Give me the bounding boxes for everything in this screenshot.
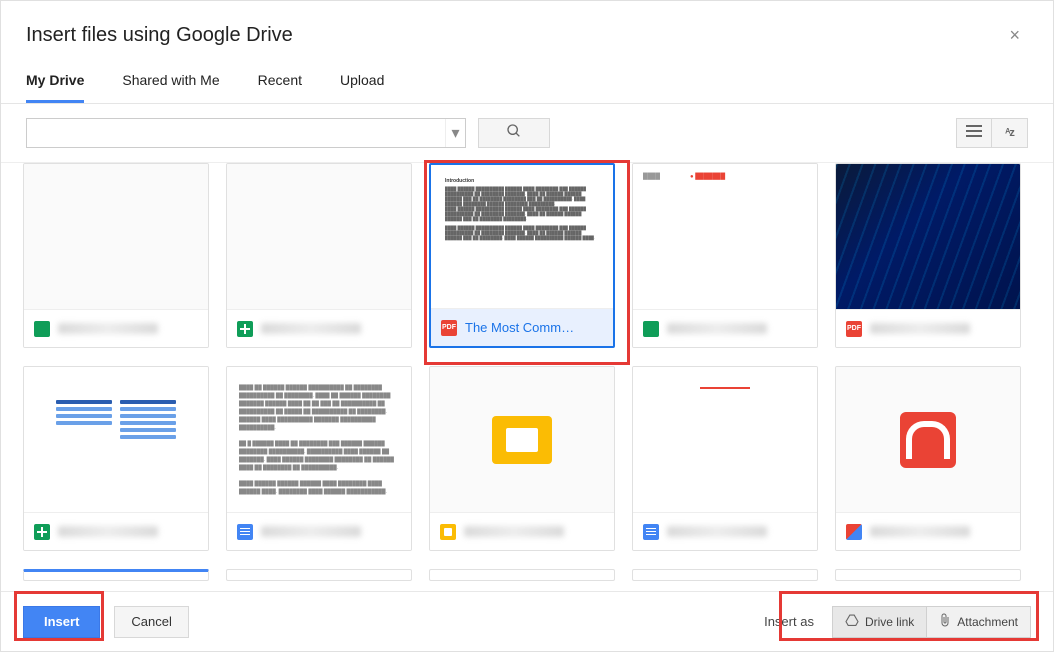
file-name: The Most Comm… bbox=[465, 320, 574, 335]
file-name bbox=[464, 526, 564, 537]
file-name bbox=[261, 526, 361, 537]
file-card[interactable] bbox=[23, 366, 209, 551]
slides-icon bbox=[440, 524, 456, 540]
file-card[interactable] bbox=[226, 569, 412, 581]
file-thumbnail: ████ ██ ██████ ██████ ██████████ ██ ████… bbox=[227, 367, 411, 512]
file-card[interactable] bbox=[23, 569, 209, 581]
search-dropdown-icon[interactable]: ▾ bbox=[445, 119, 465, 147]
file-name bbox=[870, 323, 970, 334]
sheets-icon bbox=[237, 321, 253, 337]
dialog-footer: Insert Cancel Insert as Drive link Attac… bbox=[1, 591, 1053, 651]
file-grid: Introduction ████ ██████ ██████████ ████… bbox=[23, 163, 1031, 581]
file-thumbnail bbox=[633, 367, 817, 512]
file-name bbox=[667, 323, 767, 334]
sheets-icon bbox=[34, 524, 50, 540]
file-card[interactable] bbox=[23, 163, 209, 348]
tab-shared-with-me[interactable]: Shared with Me bbox=[122, 64, 219, 103]
drive-icon bbox=[845, 614, 859, 629]
file-name bbox=[261, 323, 361, 334]
docs-icon bbox=[643, 524, 659, 540]
sort-button[interactable]: ᴬz bbox=[992, 118, 1028, 148]
file-type-icon bbox=[34, 321, 50, 337]
file-card[interactable]: ████● ███████ bbox=[632, 163, 818, 348]
file-card[interactable]: ████ ██ ██████ ██████ ██████████ ██ ████… bbox=[226, 366, 412, 551]
tabs: My Drive Shared with Me Recent Upload bbox=[1, 64, 1053, 104]
file-card[interactable] bbox=[429, 569, 615, 581]
file-name bbox=[667, 526, 767, 537]
insert-as-toggle: Drive link Attachment bbox=[832, 606, 1031, 638]
file-thumbnail: Introduction ████ ██████ ██████████ ████… bbox=[431, 165, 613, 308]
pdf-icon: PDF bbox=[441, 320, 457, 336]
pdf-icon: PDF bbox=[846, 321, 862, 337]
search-icon bbox=[506, 123, 522, 144]
file-thumbnail bbox=[24, 367, 208, 512]
list-icon bbox=[966, 124, 982, 142]
insert-button[interactable]: Insert bbox=[23, 606, 100, 638]
file-card[interactable] bbox=[632, 569, 818, 581]
search-field: ▾ bbox=[26, 118, 466, 148]
insert-as-label: Insert as bbox=[764, 614, 814, 629]
dialog-header: Insert files using Google Drive × bbox=[1, 1, 1053, 64]
drive-link-button[interactable]: Drive link bbox=[832, 606, 927, 638]
list-view-button[interactable] bbox=[956, 118, 992, 148]
file-name bbox=[58, 526, 158, 537]
tab-my-drive[interactable]: My Drive bbox=[26, 64, 84, 103]
search-input[interactable] bbox=[27, 126, 445, 141]
file-card[interactable] bbox=[835, 569, 1021, 581]
paperclip-icon bbox=[939, 613, 951, 630]
tab-recent[interactable]: Recent bbox=[258, 64, 302, 103]
tab-upload[interactable]: Upload bbox=[340, 64, 384, 103]
search-button[interactable] bbox=[478, 118, 550, 148]
close-icon[interactable]: × bbox=[1001, 21, 1028, 50]
drive-picker-dialog: Insert files using Google Drive × My Dri… bbox=[0, 0, 1054, 652]
file-grid-area[interactable]: Introduction ████ ██████ ██████████ ████… bbox=[1, 163, 1053, 591]
file-thumbnail bbox=[430, 367, 614, 512]
toolbar: ▾ ᴬz bbox=[1, 104, 1053, 163]
file-card[interactable] bbox=[226, 163, 412, 348]
dialog-title: Insert files using Google Drive bbox=[26, 24, 293, 47]
docs-icon bbox=[237, 524, 253, 540]
file-thumbnail: ████● ███████ bbox=[633, 164, 817, 309]
view-toggle: ᴬz bbox=[956, 118, 1028, 148]
file-card[interactable] bbox=[429, 366, 615, 551]
file-card-selected[interactable]: Introduction ████ ██████ ██████████ ████… bbox=[429, 163, 615, 348]
image-icon bbox=[846, 524, 862, 540]
file-thumbnail bbox=[836, 164, 1020, 309]
file-thumbnail bbox=[24, 164, 208, 309]
attachment-button[interactable]: Attachment bbox=[927, 606, 1031, 638]
file-thumbnail bbox=[227, 164, 411, 309]
cancel-button[interactable]: Cancel bbox=[114, 606, 188, 638]
sort-az-icon: ᴬz bbox=[1005, 127, 1014, 139]
file-thumbnail bbox=[836, 367, 1020, 512]
file-type-icon bbox=[643, 321, 659, 337]
file-card[interactable] bbox=[632, 366, 818, 551]
file-name bbox=[870, 526, 970, 537]
file-card[interactable] bbox=[835, 366, 1021, 551]
file-card[interactable]: PDF bbox=[835, 163, 1021, 348]
file-name bbox=[58, 323, 158, 334]
